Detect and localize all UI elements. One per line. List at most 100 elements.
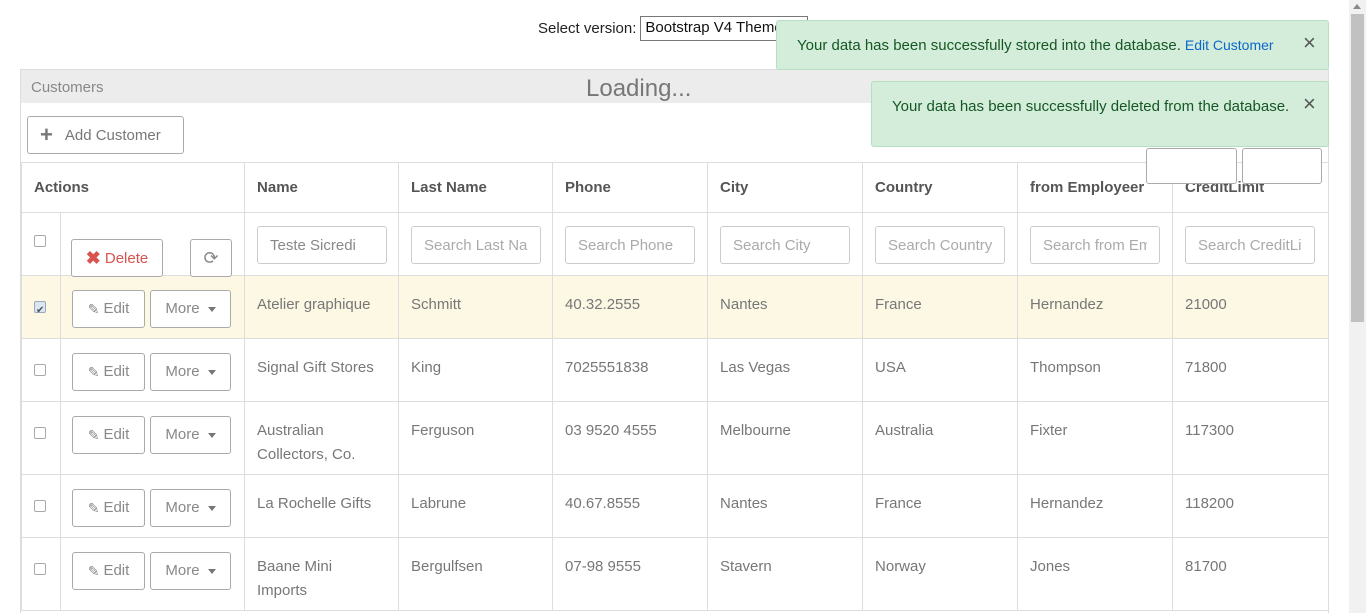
more-dropdown-button[interactable]: More: [150, 353, 231, 391]
add-customer-button[interactable]: + Add Customer: [27, 116, 184, 154]
cell-last-name: Bergulfsen: [398, 537, 554, 611]
search-name-input[interactable]: [257, 226, 388, 264]
search-employee-input[interactable]: [1030, 226, 1161, 264]
select-all-cell: [21, 212, 61, 276]
row-checkbox-cell: [21, 338, 61, 402]
caret-down-icon: [207, 369, 216, 375]
edit-button[interactable]: ✎ Edit: [72, 353, 145, 391]
close-icon: ✖: [85, 247, 101, 268]
filter-country-cell: [862, 212, 1019, 276]
cell-last-name: Ferguson: [398, 401, 554, 475]
more-label: More: [165, 426, 200, 443]
cell-last-name: Schmitt: [398, 275, 554, 339]
search-country-input[interactable]: [875, 226, 1006, 264]
panel-title: Customers: [31, 79, 104, 96]
search-phone-input[interactable]: [565, 226, 696, 264]
row-checkbox[interactable]: [34, 500, 46, 512]
export-button[interactable]: [1146, 148, 1237, 184]
col-last-name[interactable]: Last Name: [398, 162, 554, 213]
cell-employee: Hernandez: [1017, 275, 1174, 339]
edit-button[interactable]: ✎ Edit: [72, 416, 145, 454]
pencil-icon: ✎: [87, 364, 100, 380]
row-actions: ✎ Edit More: [59, 537, 246, 611]
more-label: More: [165, 363, 200, 380]
more-label: More: [165, 562, 200, 579]
close-icon[interactable]: ×: [1303, 93, 1316, 115]
more-dropdown-button[interactable]: More: [150, 290, 231, 328]
cell-city: Melbourne: [707, 401, 864, 475]
table-row: ✎Edit More Atelier graphique Schmitt 40.…: [21, 275, 1330, 339]
success-deleted-notification: Your data has been successfully deleted …: [871, 81, 1329, 147]
caret-down-icon: [207, 432, 216, 438]
col-country[interactable]: Country: [862, 162, 1019, 213]
stored-message: Your data has been successfully stored i…: [797, 37, 1181, 54]
more-dropdown-button[interactable]: More: [150, 489, 231, 527]
row-actions: ✎ Edit More: [59, 275, 246, 339]
edit-button[interactable]: ✎ Edit: [72, 290, 145, 328]
edit-label: Edit: [103, 499, 130, 516]
row-checkbox[interactable]: [34, 427, 46, 439]
row-actions: ✎ Edit More: [59, 338, 246, 402]
edit-button[interactable]: ✎ Edit: [72, 489, 145, 527]
row-checkbox[interactable]: [34, 563, 46, 575]
print-button[interactable]: [1242, 148, 1322, 184]
select-all-checkbox[interactable]: [34, 235, 46, 247]
cell-name: Signal Gift Stores: [244, 338, 400, 402]
page: Select version: Bootstrap V4 Theme Custo…: [0, 0, 1366, 613]
cell-country: Australia: [862, 401, 1019, 475]
refresh-button[interactable]: ⟳: [190, 239, 232, 277]
version-selector: Select version: Bootstrap V4 Theme: [538, 16, 809, 41]
version-label: Select version:: [538, 20, 637, 37]
cell-credit: 71800: [1172, 338, 1330, 402]
header-row: Actions Name Last Name Phone City Countr…: [20, 162, 1330, 213]
table-row: ✎ Edit More Signal Gift Stores King 70255…: [21, 338, 1330, 402]
cell-credit: 118200: [1172, 474, 1330, 538]
row-checkbox-cell: [21, 401, 61, 475]
cell-employee: Fixter: [1017, 401, 1174, 475]
filter-credit-cell: [1172, 212, 1330, 276]
filter-phone-cell: [552, 212, 709, 276]
cell-credit: 21000: [1172, 275, 1330, 339]
cell-name: Baane Mini Imports: [244, 537, 400, 611]
col-name[interactable]: Name: [244, 162, 400, 213]
scroll-up-arrow-icon[interactable]: [1353, 4, 1361, 9]
more-dropdown-button[interactable]: More: [150, 416, 231, 454]
cell-city: Nantes: [707, 275, 864, 339]
edit-label: Edit: [103, 426, 130, 443]
filter-city-cell: [707, 212, 864, 276]
edit-customer-link[interactable]: Edit Customer: [1185, 37, 1274, 53]
cell-phone: 40.67.8555: [552, 474, 709, 538]
row-actions: ✎ Edit More: [59, 474, 246, 538]
cell-phone: 03 9520 4555: [552, 401, 709, 475]
delete-label: Delete: [104, 249, 149, 267]
search-city-input[interactable]: [720, 226, 851, 264]
vertical-scrollbar[interactable]: [1349, 0, 1366, 613]
row-checkbox[interactable]: [34, 299, 46, 323]
row-checkbox[interactable]: [34, 364, 46, 376]
cell-last-name: King: [398, 338, 554, 402]
filter-actions: ✖ Delete ⟳: [59, 212, 246, 277]
delete-selected-button[interactable]: ✖ Delete: [71, 239, 163, 277]
col-city[interactable]: City: [707, 162, 864, 213]
more-dropdown-button[interactable]: More: [150, 552, 231, 590]
cell-city: Nantes: [707, 474, 864, 538]
search-lastname-input[interactable]: [411, 226, 542, 264]
close-icon[interactable]: ×: [1303, 32, 1316, 54]
edit-button[interactable]: ✎ Edit: [72, 552, 145, 590]
cell-phone: 07-98 9555: [552, 537, 709, 611]
filter-name-cell: [244, 212, 400, 276]
pencil-icon: ✎: [87, 301, 100, 317]
cell-country: Norway: [862, 537, 1019, 611]
scrollbar-thumb[interactable]: [1351, 14, 1364, 322]
caret-down-icon: [207, 505, 216, 511]
search-credit-input[interactable]: [1185, 226, 1316, 264]
deleted-message: Your data has been successfully deleted …: [892, 98, 1290, 115]
pencil-icon: ✎: [87, 563, 100, 579]
cell-credit: 117300: [1172, 401, 1330, 475]
add-customer-label: Add Customer: [64, 126, 161, 144]
cell-employee: Jones: [1017, 537, 1174, 611]
caret-down-icon: [207, 306, 216, 312]
customers-panel: Customers Loading... + Add Customer Acti…: [20, 69, 1330, 613]
col-phone[interactable]: Phone: [552, 162, 709, 213]
edit-label: Edit: [103, 363, 130, 380]
